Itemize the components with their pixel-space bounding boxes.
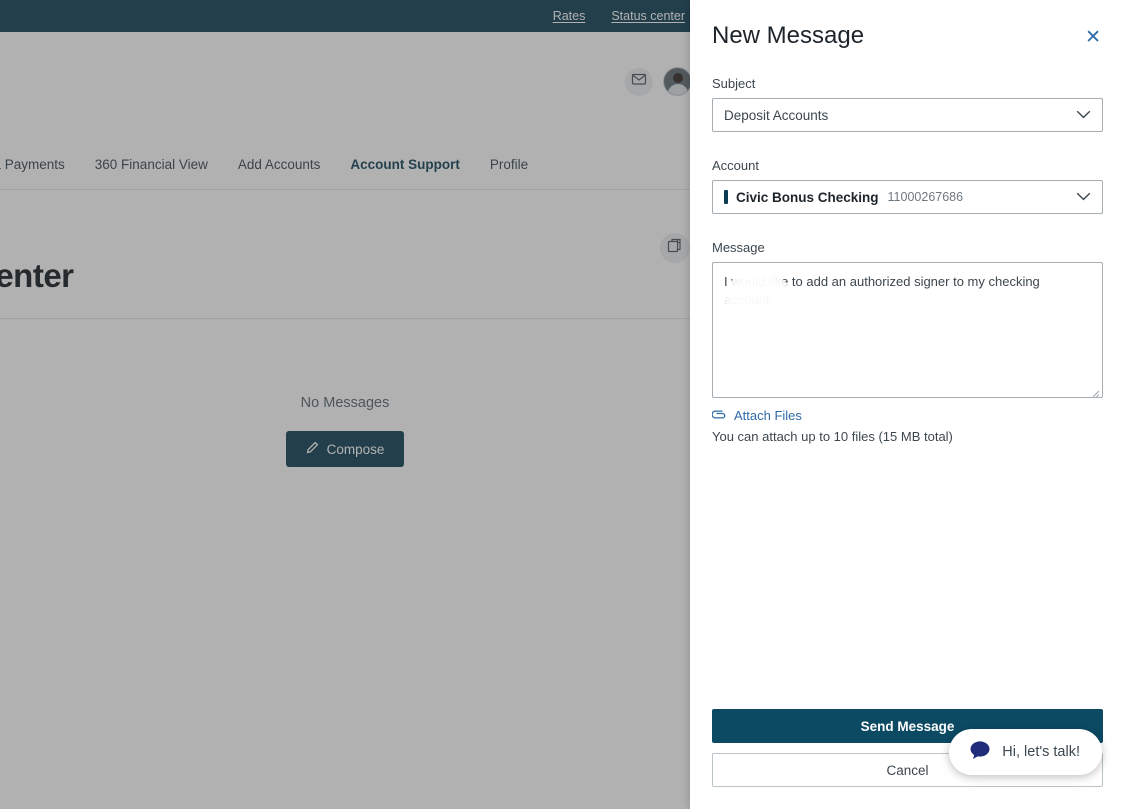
message-label: Message	[712, 240, 1103, 255]
account-label: Account	[712, 158, 1103, 173]
chat-widget[interactable]: Hi, let's talk!	[949, 729, 1102, 775]
account-color-marker	[724, 190, 728, 204]
paperclip-icon	[712, 406, 727, 424]
account-select[interactable]: Civic Bonus Checking 11000267686	[712, 180, 1103, 214]
resize-handle-icon[interactable]	[1090, 385, 1100, 395]
account-number: 11000267686	[888, 190, 964, 204]
chat-bubble-icon	[969, 740, 991, 765]
message-text-value: I would like to add an authorized signer…	[724, 273, 1091, 309]
new-message-panel: New Message ✕ Subject Deposit Accounts A…	[690, 0, 1125, 809]
account-name: Civic Bonus Checking	[736, 190, 879, 205]
chevron-down-icon	[1076, 188, 1091, 206]
app-root: Rates Status center	[0, 0, 1125, 809]
close-icon[interactable]: ✕	[1085, 22, 1103, 47]
panel-title: New Message	[712, 22, 864, 50]
attach-files-label: Attach Files	[734, 408, 802, 423]
subject-select[interactable]: Deposit Accounts	[712, 98, 1103, 132]
panel-header: New Message ✕	[712, 0, 1103, 50]
chevron-down-icon	[1076, 106, 1091, 124]
attach-files-control[interactable]: Attach Files	[712, 406, 1103, 424]
chat-widget-label: Hi, let's talk!	[1002, 744, 1080, 760]
message-textarea[interactable]: I would like to add an authorized signer…	[712, 262, 1103, 398]
subject-selected-value: Deposit Accounts	[724, 108, 828, 123]
attach-files-note: You can attach up to 10 files (15 MB tot…	[712, 429, 1103, 444]
subject-label: Subject	[712, 76, 1103, 91]
